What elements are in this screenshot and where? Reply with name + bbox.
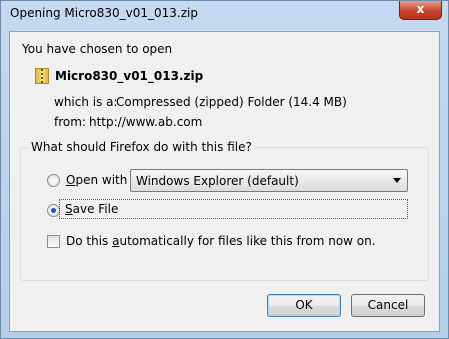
group-legend: What should Firefox do with this file? bbox=[28, 140, 255, 154]
ok-button[interactable]: OK bbox=[267, 294, 341, 317]
intro-text: You have chosen to open bbox=[22, 42, 173, 56]
close-icon: x bbox=[416, 2, 425, 16]
open-with-selected-app: Windows Explorer (default) bbox=[136, 174, 299, 188]
save-file-label[interactable]: Save File bbox=[65, 202, 118, 216]
auto-checkbox-label[interactable]: Do this automatically for files like thi… bbox=[66, 234, 376, 248]
chevron-down-icon bbox=[393, 178, 401, 183]
dialog-window: Opening Micro830_v01_013.zip x You have … bbox=[0, 0, 449, 339]
zip-file-icon bbox=[35, 68, 49, 84]
close-button[interactable]: x bbox=[399, 1, 442, 20]
open-with-radio[interactable] bbox=[47, 174, 60, 187]
file-type-label: which is a: bbox=[54, 95, 118, 109]
file-name: Micro830_v01_013.zip bbox=[55, 69, 204, 83]
source-label: from: bbox=[54, 115, 86, 129]
window-title: Opening Micro830_v01_013.zip bbox=[10, 6, 198, 20]
file-type-value: Compressed (zipped) Folder (14.4 MB) bbox=[116, 95, 347, 109]
source-url: http://www.ab.com bbox=[89, 115, 203, 129]
auto-checkbox[interactable] bbox=[47, 235, 60, 248]
dialog-body: You have chosen to open Micro830_v01_013… bbox=[9, 31, 440, 332]
title-bar[interactable]: Opening Micro830_v01_013.zip x bbox=[1, 1, 448, 30]
open-with-select[interactable]: Windows Explorer (default) bbox=[130, 169, 408, 192]
cancel-button[interactable]: Cancel bbox=[351, 294, 425, 317]
open-with-label[interactable]: Open with bbox=[66, 173, 127, 187]
